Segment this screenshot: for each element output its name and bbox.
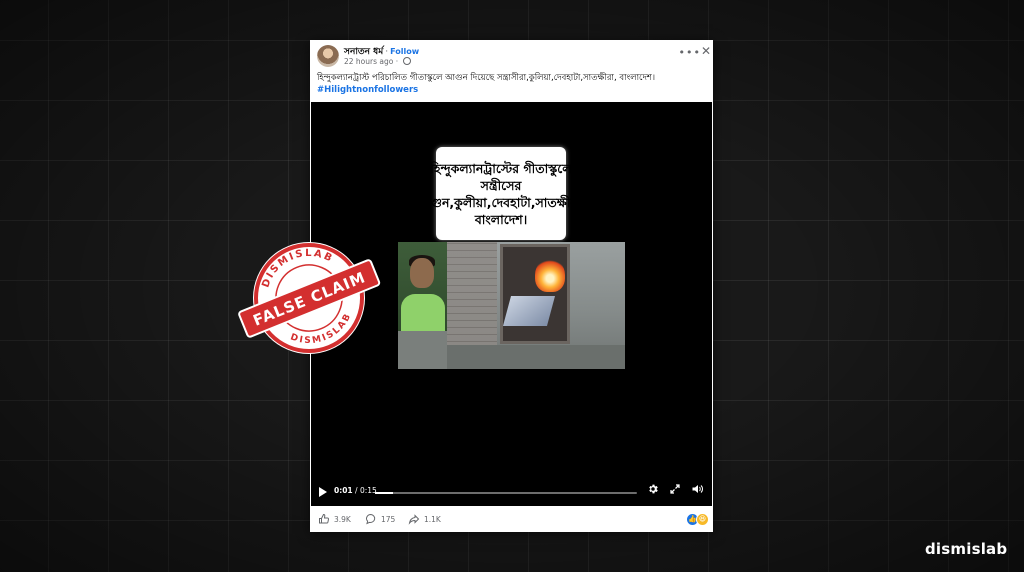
video-frame bbox=[398, 242, 625, 369]
comment-button[interactable]: 175 bbox=[365, 513, 395, 525]
window-frame bbox=[500, 244, 570, 344]
like-button[interactable]: 3.9K bbox=[318, 513, 351, 525]
dismislab-logo: dismislab bbox=[925, 540, 1008, 558]
progress-fill bbox=[375, 492, 393, 494]
burning-furniture bbox=[502, 296, 556, 326]
video-controls: 0:01 / 0:15 bbox=[311, 480, 712, 506]
fire-flame bbox=[535, 258, 565, 292]
gear-icon[interactable] bbox=[647, 483, 659, 498]
globe-icon bbox=[402, 57, 411, 65]
close-icon[interactable]: ✕ bbox=[701, 44, 711, 58]
share-icon bbox=[408, 514, 420, 525]
separator-dot: · bbox=[385, 47, 389, 57]
video-overlay-text: হিন্দুকল্যানট্রাস্টের গীতাস্কুলে সন্ত্রী… bbox=[416, 147, 586, 240]
haha-reaction-icon: 😆 bbox=[696, 513, 709, 526]
play-icon[interactable] bbox=[319, 487, 327, 497]
volume-icon[interactable] bbox=[691, 483, 704, 498]
caption-text: হিন্দুকল্যানট্রাস্ট পরিচালিত গীতাস্কুলে … bbox=[317, 73, 655, 83]
comment-icon bbox=[366, 513, 376, 525]
more-options-icon[interactable]: ••• bbox=[679, 46, 701, 59]
fire-scene bbox=[447, 242, 625, 369]
progress-bar[interactable] bbox=[375, 492, 637, 494]
ground bbox=[447, 345, 625, 369]
follow-button[interactable]: Follow bbox=[390, 47, 419, 56]
expand-icon[interactable] bbox=[669, 483, 681, 498]
share-count: 1.1K bbox=[424, 514, 441, 524]
timestamp-separator: · bbox=[395, 57, 399, 66]
post-timestamp[interactable]: 22 hours ago bbox=[344, 57, 393, 66]
reaction-summary[interactable]: 👍 😆 bbox=[686, 513, 709, 526]
time-current: 0:01 bbox=[334, 486, 353, 495]
time-separator: / bbox=[352, 486, 360, 495]
portrait-face bbox=[410, 258, 434, 288]
post-caption: হিন্দুকল্যানট্রাস্ট পরিচালিত গীতাস্কুলে … bbox=[317, 72, 709, 96]
author-name[interactable]: সনাতন ধর্ম bbox=[344, 47, 383, 57]
inset-portrait bbox=[398, 242, 447, 331]
overlay-text: হিন্দুকল্যানট্রাস্টের গীতাস্কুলে সন্ত্রী… bbox=[416, 160, 586, 227]
portrait-shirt bbox=[401, 294, 445, 331]
post-meta: 22 hours ago · bbox=[344, 57, 411, 66]
post-header: সনাতন ধর্ম · Follow 22 hours ago · ••• ✕ হ… bbox=[310, 40, 713, 102]
share-button[interactable]: 1.1K bbox=[408, 513, 441, 525]
hashtag-link[interactable]: #Hilightnonfollowers bbox=[317, 84, 709, 96]
false-claim-stamp: DISMISLAB DISMISLAB FALSE CLAIM bbox=[238, 238, 381, 356]
post-actions: 3.9K 175 1.1K 👍 😆 bbox=[310, 506, 713, 532]
thumbs-up-icon bbox=[319, 513, 329, 524]
comment-count: 175 bbox=[381, 514, 396, 524]
author-avatar[interactable] bbox=[317, 45, 339, 67]
video-time: 0:01 / 0:15 bbox=[334, 486, 377, 495]
like-count: 3.9K bbox=[334, 514, 351, 524]
